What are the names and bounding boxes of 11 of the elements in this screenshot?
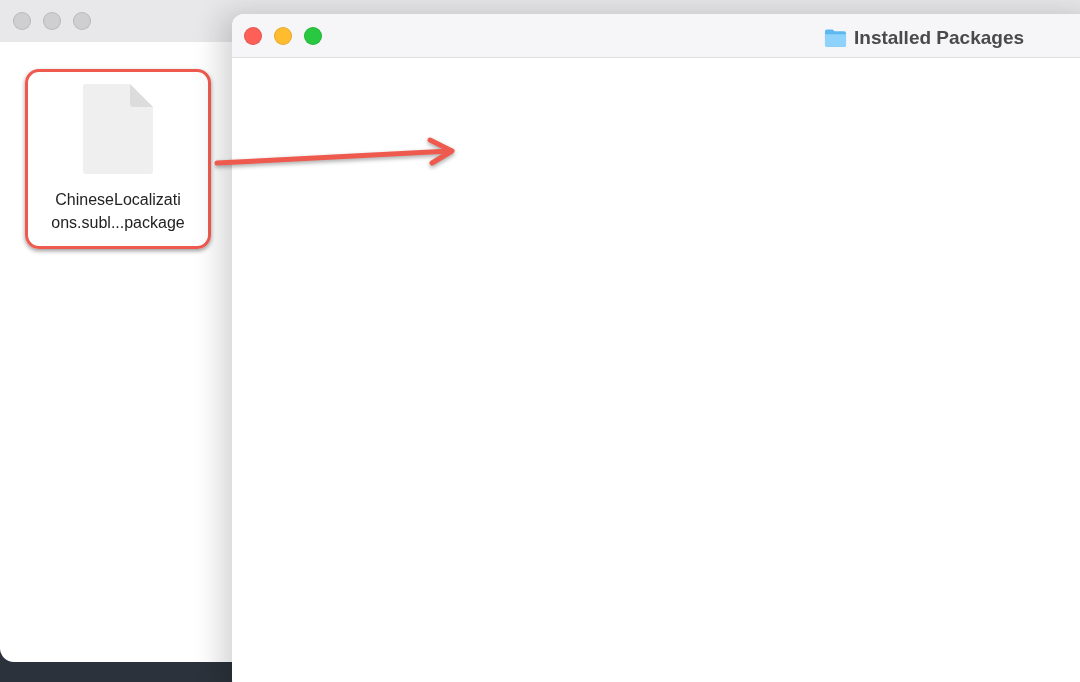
zoom-button[interactable] <box>304 26 322 45</box>
minimize-button[interactable] <box>43 12 61 30</box>
document-icon <box>83 84 153 174</box>
close-button[interactable] <box>244 26 262 45</box>
file-item[interactable]: ChineseLocalizati ons.subl...package <box>25 69 211 249</box>
file-name: ChineseLocalizati ons.subl...package <box>51 190 185 233</box>
folder-icon <box>824 28 847 49</box>
minimize-button[interactable] <box>274 26 292 45</box>
close-button[interactable] <box>13 12 31 30</box>
window-title: Installed Packages <box>854 26 1025 50</box>
zoom-button[interactable] <box>73 12 91 30</box>
